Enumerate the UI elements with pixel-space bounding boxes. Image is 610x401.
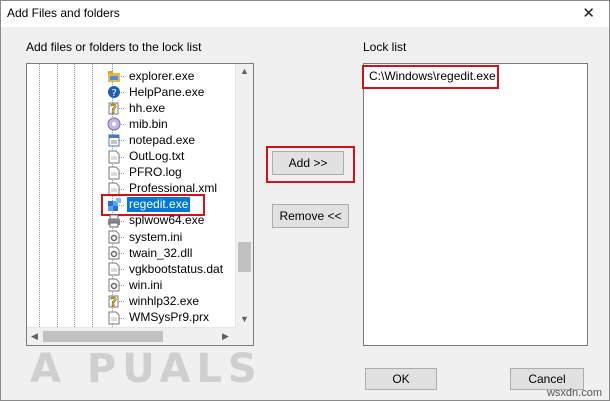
left-pane-label: Add files or folders to the lock list <box>26 40 202 54</box>
tree-item-label: vgkbootstatus.dat <box>129 261 224 276</box>
help-file-icon: ? <box>107 294 121 310</box>
document-icon <box>107 150 121 164</box>
scroll-left-icon[interactable]: ◀ <box>31 331 38 342</box>
tree-item[interactable]: system.ini <box>107 229 184 245</box>
tree-item[interactable]: PFRO.log <box>107 165 184 181</box>
vertical-scrollbar[interactable]: ▲ ▼ <box>235 64 253 328</box>
close-icon[interactable]: ✕ <box>582 4 595 22</box>
scroll-corner <box>236 328 253 345</box>
tree-item[interactable]: ? hh.exe <box>107 100 167 116</box>
tree-item[interactable]: mib.bin <box>107 116 170 132</box>
tree-item[interactable]: explorer.exe <box>107 68 196 84</box>
scroll-thumb-horizontal[interactable] <box>43 331 163 342</box>
tree-item-label: notepad.exe <box>129 132 196 147</box>
tree-item[interactable]: WMSysPr9.prx <box>107 310 211 326</box>
tree-item[interactable]: vgkbootstatus.dat <box>107 261 225 277</box>
tree-item-label: twain_32.dll <box>129 245 193 260</box>
svg-text:?: ? <box>112 88 117 99</box>
tree-item-label: splwow64.exe <box>129 213 205 228</box>
notepad-icon <box>107 133 121 147</box>
tree-item[interactable]: win.ini <box>107 277 164 293</box>
tree-item[interactable]: ? HelpPane.exe <box>107 84 206 100</box>
remove-button[interactable]: Remove << <box>272 204 349 228</box>
horizontal-scrollbar[interactable]: ◀ ▶ <box>27 327 236 345</box>
tree-item-label: system.ini <box>129 229 183 244</box>
document-icon <box>107 262 121 276</box>
tree-item-label: PFRO.log <box>129 165 182 180</box>
scroll-right-icon[interactable]: ▶ <box>222 331 229 342</box>
tree-item[interactable]: twain_32.dll <box>107 245 194 261</box>
tree-item-label: WMSysPr9.prx <box>129 310 210 324</box>
tree-item-label: winhlp32.exe <box>129 293 200 308</box>
scroll-thumb[interactable] <box>238 242 251 272</box>
tree-item[interactable]: notepad.exe <box>107 132 197 148</box>
tree-guide <box>92 64 93 329</box>
printer-icon <box>107 214 121 228</box>
add-files-dialog: Add Files and folders ✕ Add files or fol… <box>0 0 610 401</box>
help-file-icon: ? <box>107 101 121 116</box>
help-icon: ? <box>107 85 121 99</box>
lock-list-label: Lock list <box>363 40 407 54</box>
ok-button[interactable]: OK <box>365 368 437 390</box>
document-icon <box>107 166 121 180</box>
settings-file-icon <box>107 278 121 292</box>
svg-text:?: ? <box>110 295 117 308</box>
settings-file-icon <box>107 246 121 260</box>
tree-item-label: mib.bin <box>129 116 168 131</box>
svg-text:?: ? <box>110 102 117 115</box>
watermark-logo: A PUALS <box>30 346 263 392</box>
add-highlight-box <box>266 146 355 183</box>
disc-icon <box>107 117 121 131</box>
tree-guide <box>74 64 75 329</box>
tree-item-label: HelpPane.exe <box>129 84 205 99</box>
tree-item[interactable]: splwow64.exe <box>107 213 206 229</box>
lock-list[interactable]: C:\Windows\regedit.exe <box>363 63 588 346</box>
tree-guide <box>57 64 58 329</box>
scroll-down-icon[interactable]: ▼ <box>240 314 249 324</box>
folder-app-icon <box>107 69 121 83</box>
window-title: Add Files and folders <box>7 6 120 20</box>
document-icon <box>107 311 121 325</box>
lock-item-highlight-box <box>362 65 499 89</box>
settings-file-icon <box>107 230 121 244</box>
file-tree[interactable]: explorer.exe? HelpPane.exe? hh.exe mib.bin n… <box>26 63 254 346</box>
title-bar: Add Files and folders ✕ <box>1 1 609 27</box>
tree-item-label: OutLog.txt <box>129 149 185 163</box>
scroll-up-icon[interactable]: ▲ <box>240 66 249 76</box>
tree-guide <box>39 64 40 329</box>
tree-item-label: explorer.exe <box>129 68 195 83</box>
tree-item-label: win.ini <box>129 277 163 292</box>
tree-item[interactable]: OutLog.txt <box>107 149 186 165</box>
tree-item[interactable]: ? winhlp32.exe <box>107 293 201 310</box>
credit-text: wsxdn.com <box>546 387 602 399</box>
tree-item-label: hh.exe <box>129 100 166 115</box>
